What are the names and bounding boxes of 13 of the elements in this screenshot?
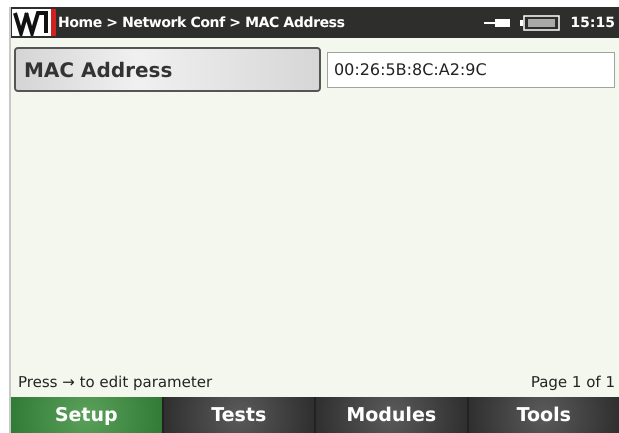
nav-tab[interactable]: Modules — [316, 397, 466, 433]
mac-address-field[interactable]: 00:26:5B:8C:A2:9C — [327, 52, 615, 88]
page-indicator: Page 1 of 1 — [530, 373, 615, 391]
nav-tab[interactable]: Setup — [11, 397, 162, 433]
parameter-label: MAC Address — [14, 47, 321, 92]
logo-icon — [12, 9, 56, 36]
nav-tab[interactable]: Tools — [468, 397, 619, 433]
hint-text: Press → to edit parameter — [18, 373, 212, 391]
battery-icon — [520, 14, 560, 30]
clock: 15:15 — [570, 14, 615, 30]
breadcrumb: Home > Network Conf > MAC Address — [58, 14, 346, 30]
nav-tab[interactable]: Tests — [164, 397, 314, 433]
plug-icon — [484, 18, 510, 28]
